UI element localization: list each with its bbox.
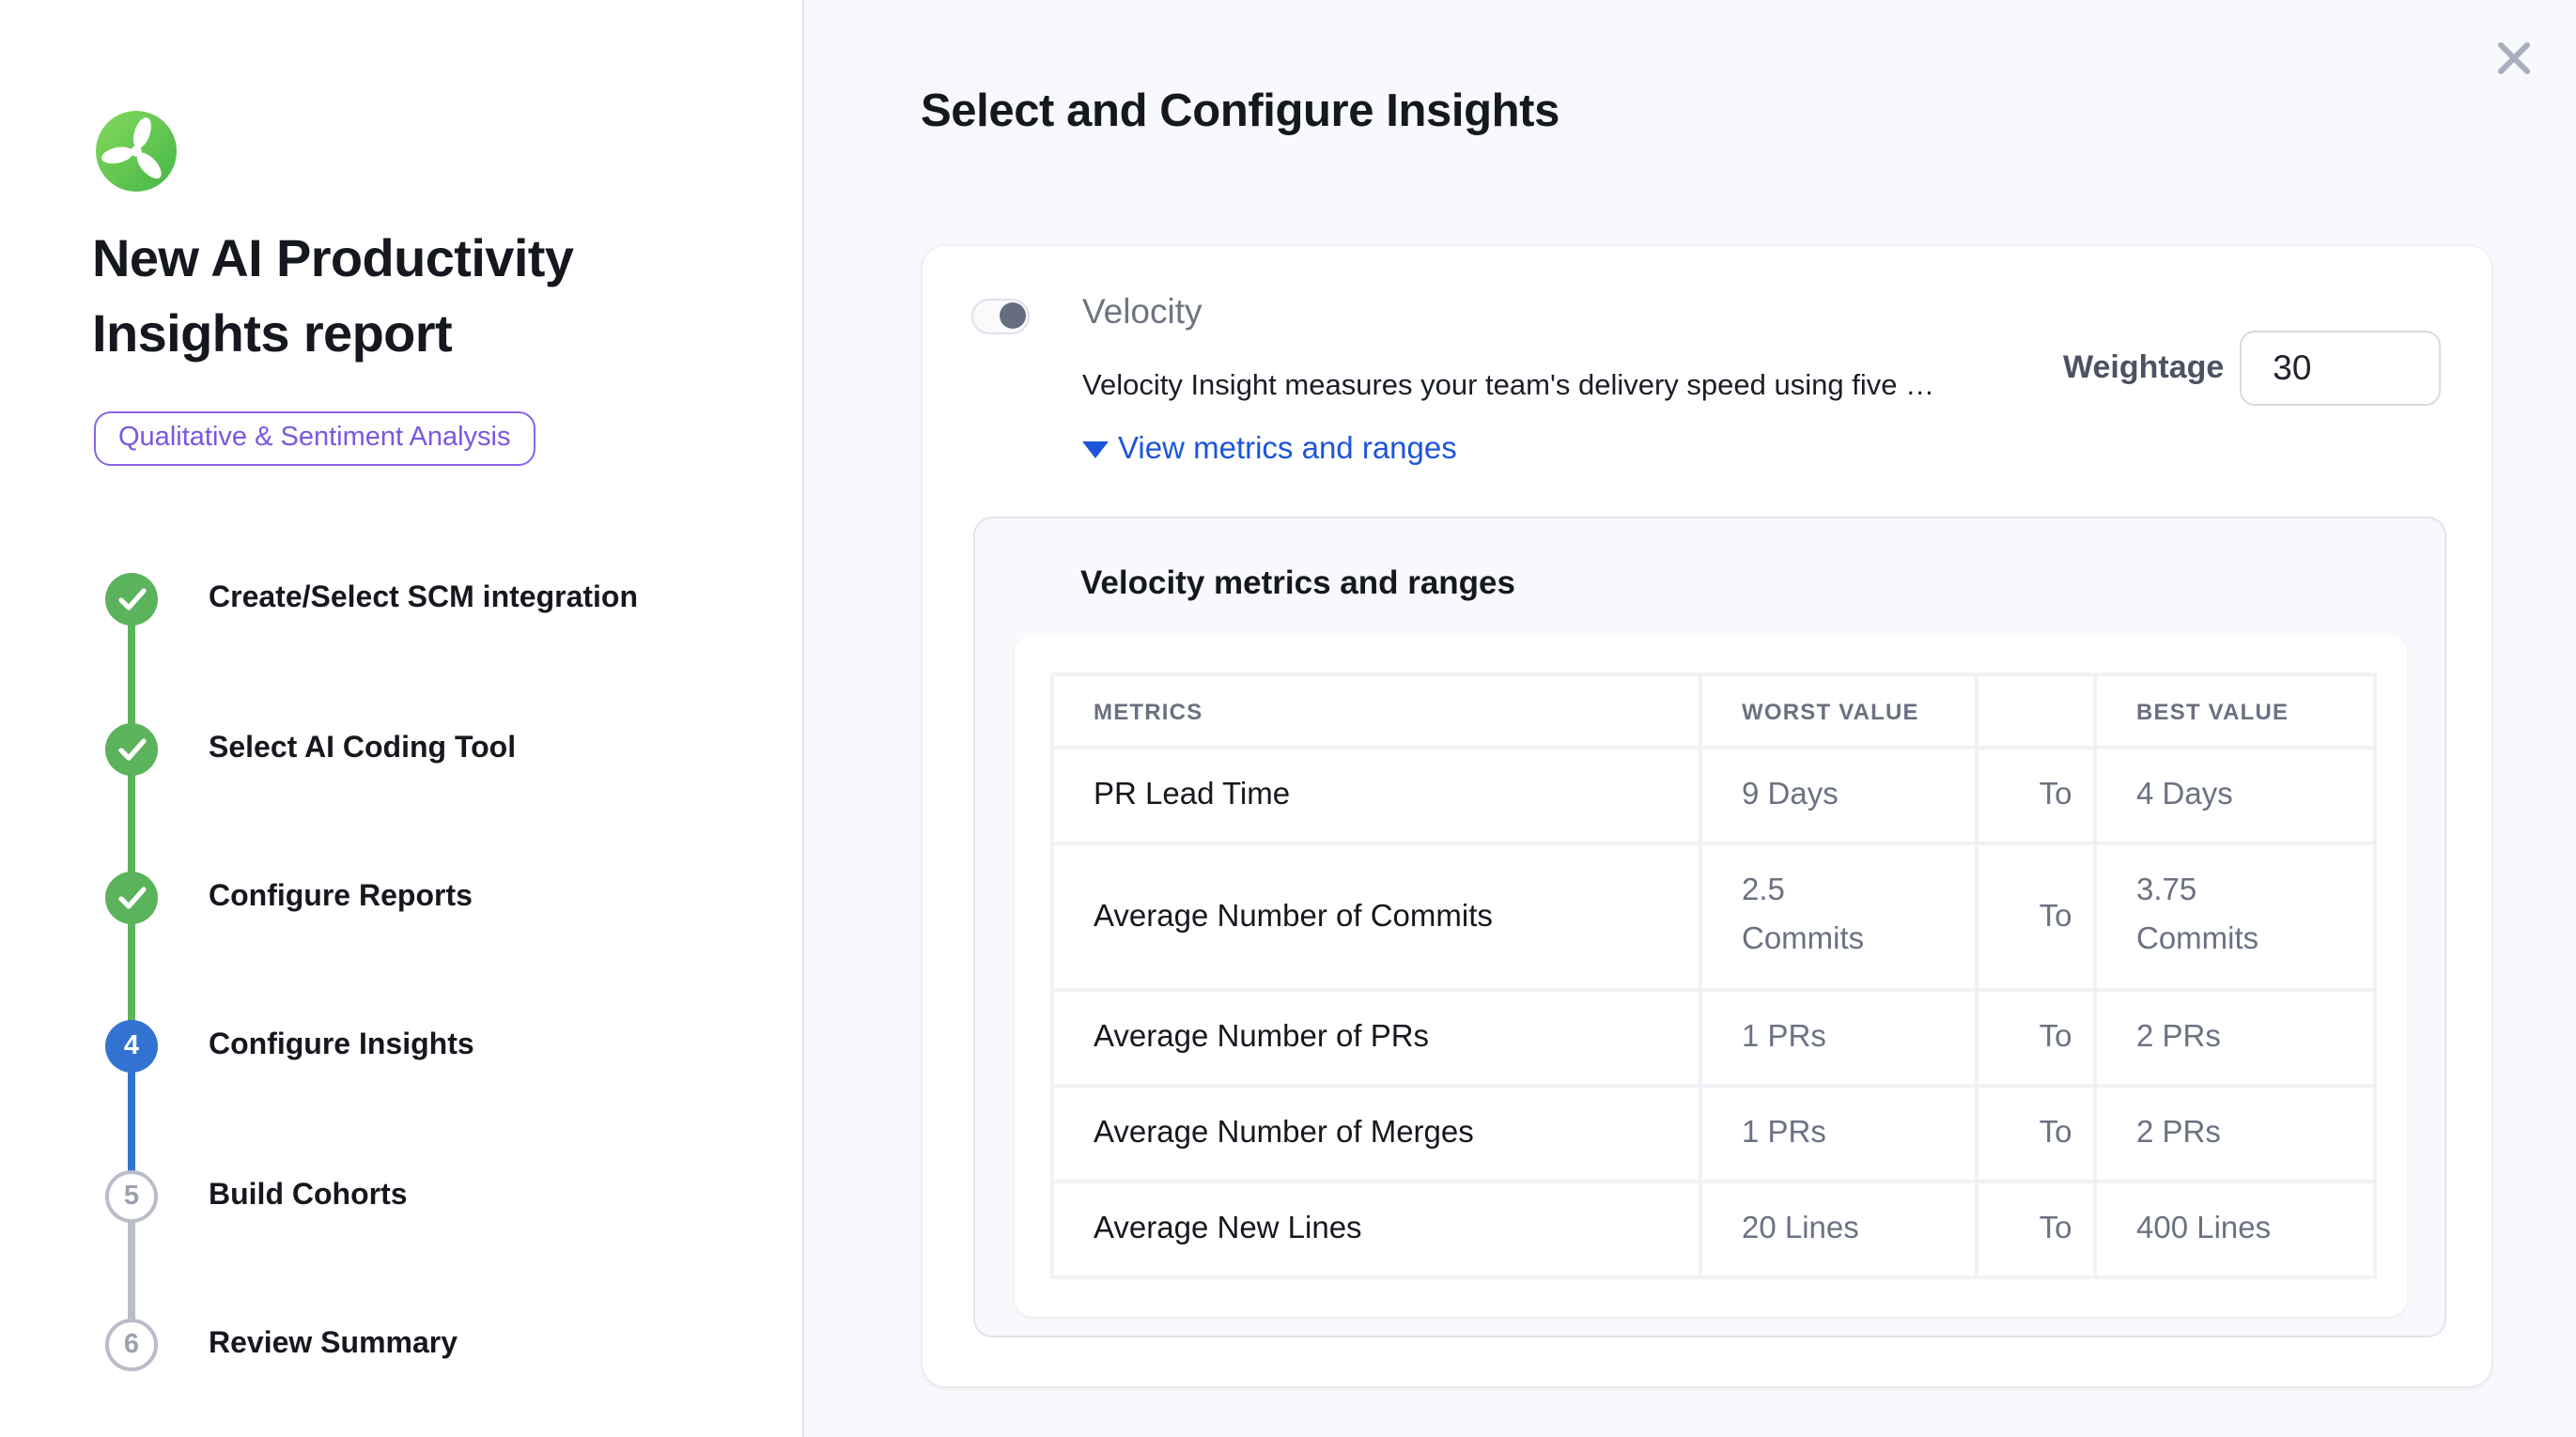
sidebar-step-configure-reports[interactable]: Configure Reports — [0, 872, 804, 924]
table-row: Average Number of Commits 2.5 Commits To… — [1052, 843, 2375, 990]
metrics-table-container: METRICS WORST VALUE BEST VALUE PR Lead T… — [1015, 635, 2407, 1317]
app-window: New AI Productivity Insights report Qual… — [0, 0, 2576, 1437]
col-header-to — [1977, 674, 2095, 748]
step-number-badge: 5 — [105, 1170, 158, 1223]
sidebar-step-review-summary[interactable]: 6 Review Summary — [0, 1319, 804, 1371]
metric-name-cell: PR Lead Time — [1052, 748, 1700, 843]
view-metrics-link[interactable]: View metrics and ranges — [1082, 426, 1457, 471]
best-value-cell: 2 PRs — [2095, 1086, 2375, 1182]
metric-name-cell: Average Number of PRs — [1052, 990, 1700, 1086]
velocity-insight-card: Velocity Velocity Insight measures your … — [923, 246, 2491, 1386]
step-number-badge: 4 — [105, 1020, 158, 1073]
page-title: Select and Configure Insights — [921, 86, 1560, 139]
metric-name-cell: Average New Lines — [1052, 1182, 1700, 1277]
toggle-knob — [1000, 302, 1026, 329]
step-label: Review Summary — [209, 1328, 458, 1362]
view-metrics-label: View metrics and ranges — [1118, 426, 1457, 471]
velocity-toggle[interactable] — [971, 299, 1030, 334]
to-cell: To — [1977, 748, 2095, 843]
stepper: Create/Select SCM integration Select AI … — [0, 0, 804, 1437]
step-label: Configure Reports — [209, 881, 473, 915]
col-header-worst-value: WORST VALUE — [1700, 674, 1977, 748]
worst-value-cell: 2.5 Commits — [1700, 843, 1977, 990]
sidebar-step-select-ai-coding-tool[interactable]: Select AI Coding Tool — [0, 723, 804, 776]
worst-value-cell: 1 PRs — [1700, 1086, 1977, 1182]
to-cell: To — [1977, 990, 2095, 1086]
step-number-badge: 6 — [105, 1319, 158, 1371]
weightage-input[interactable] — [2239, 331, 2440, 406]
col-header-best-value: BEST VALUE — [2095, 674, 2375, 748]
best-value-cell: 4 Days — [2095, 748, 2375, 843]
worst-value-cell: 1 PRs — [1700, 990, 1977, 1086]
worst-value-cell: 20 Lines — [1700, 1182, 1977, 1277]
check-icon — [105, 723, 158, 776]
step-label: Create/Select SCM integration — [209, 582, 638, 616]
sidebar-step-configure-insights[interactable]: 4 Configure Insights — [0, 1020, 804, 1073]
table-row: Average New Lines 20 Lines To 400 Lines — [1052, 1182, 2375, 1277]
to-cell: To — [1977, 1182, 2095, 1277]
metric-name-cell: Average Number of Commits — [1052, 843, 1700, 990]
metrics-ranges-panel: Velocity metrics and ranges METRICS WORS… — [973, 517, 2446, 1337]
metrics-table: METRICS WORST VALUE BEST VALUE PR Lead T… — [1050, 672, 2377, 1279]
table-row: Average Number of Merges 1 PRs To 2 PRs — [1052, 1086, 2375, 1182]
worst-value-cell: 9 Days — [1700, 748, 1977, 843]
check-icon — [105, 872, 158, 924]
close-icon[interactable] — [2488, 32, 2540, 85]
step-label: Build Cohorts — [209, 1180, 408, 1213]
best-value-cell: 400 Lines — [2095, 1182, 2375, 1277]
sidebar-step-build-cohorts[interactable]: 5 Build Cohorts — [0, 1170, 804, 1223]
step-label: Select AI Coding Tool — [209, 733, 516, 766]
insight-name: Velocity — [1082, 287, 1203, 336]
table-row: PR Lead Time 9 Days To 4 Days — [1052, 748, 2375, 843]
metrics-panel-title: Velocity metrics and ranges — [1080, 564, 1515, 603]
weightage-field-group: Weightage — [2063, 331, 2439, 406]
caret-down-icon — [1082, 440, 1109, 457]
metric-name-cell: Average Number of Merges — [1052, 1086, 1700, 1182]
step-label: Configure Insights — [209, 1029, 474, 1063]
best-value-cell: 3.75 Commits — [2095, 843, 2375, 990]
sidebar-step-create-select-scm[interactable]: Create/Select SCM integration — [0, 573, 804, 626]
col-header-metrics: METRICS — [1052, 674, 1700, 748]
best-value-cell: 2 PRs — [2095, 990, 2375, 1086]
to-cell: To — [1977, 1086, 2095, 1182]
configure-insights-panel: Select and Configure Insights Velocity V… — [804, 0, 2576, 1437]
check-icon — [105, 573, 158, 626]
table-row: Average Number of PRs 1 PRs To 2 PRs — [1052, 990, 2375, 1086]
to-cell: To — [1977, 843, 2095, 990]
table-header-row: METRICS WORST VALUE BEST VALUE — [1052, 674, 2375, 748]
sidebar: New AI Productivity Insights report Qual… — [0, 0, 804, 1437]
weightage-label: Weightage — [2063, 349, 2224, 387]
